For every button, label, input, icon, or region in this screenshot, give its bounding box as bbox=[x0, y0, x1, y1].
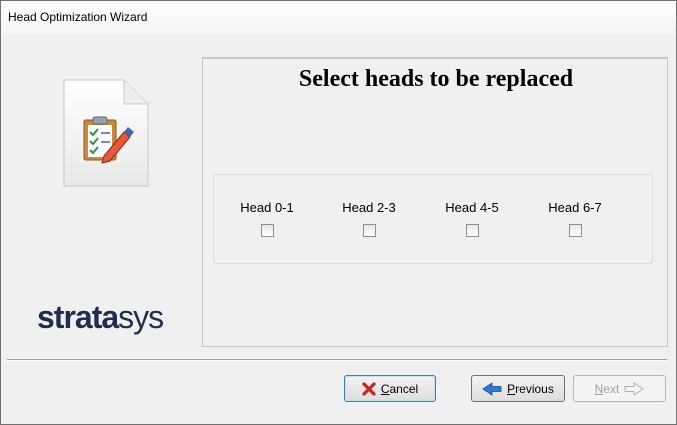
logo-bold: strata bbox=[37, 299, 119, 335]
blue-left-arrow-icon bbox=[482, 381, 502, 396]
next-button[interactable]: Next bbox=[573, 375, 666, 402]
clipboard-edit-document-icon bbox=[63, 79, 149, 187]
stratasys-logo: stratasys bbox=[37, 299, 164, 336]
cancel-button[interactable]: Cancel bbox=[344, 375, 436, 402]
next-button-label: Next bbox=[594, 381, 620, 396]
right-arrow-outline-icon bbox=[624, 381, 645, 396]
head-4-5-option[interactable]: Head 4-5 bbox=[437, 200, 507, 240]
head-2-3-option[interactable]: Head 2-3 bbox=[334, 200, 404, 240]
head-0-1-checkbox[interactable] bbox=[260, 224, 274, 237]
head-6-7-option[interactable]: Head 6-7 bbox=[540, 200, 610, 240]
head-0-1-label: Head 0-1 bbox=[240, 200, 294, 215]
window-title: Head Optimization Wizard bbox=[8, 10, 148, 24]
logo-light: sys bbox=[118, 299, 164, 335]
head-2-3-label: Head 2-3 bbox=[342, 200, 396, 215]
footer-separator bbox=[7, 359, 667, 360]
red-x-icon bbox=[362, 381, 376, 396]
previous-button-label: Previous bbox=[507, 381, 554, 396]
previous-button[interactable]: Previous bbox=[471, 375, 565, 402]
head-selection-group: Head 0-1 Head 2-3 Head 4-5 Head 6-7 bbox=[213, 174, 653, 264]
cancel-button-label: Cancel bbox=[380, 381, 419, 396]
wizard-content-panel: Select heads to be replaced Head 0-1 Hea… bbox=[202, 57, 668, 347]
head-6-7-checkbox[interactable] bbox=[568, 224, 582, 237]
head-4-5-label: Head 4-5 bbox=[445, 200, 499, 215]
head-0-1-option[interactable]: Head 0-1 bbox=[232, 200, 302, 240]
head-4-5-checkbox[interactable] bbox=[465, 224, 479, 237]
page-title: Select heads to be replaced bbox=[298, 66, 574, 92]
head-6-7-label: Head 6-7 bbox=[548, 200, 602, 215]
head-2-3-checkbox[interactable] bbox=[362, 224, 376, 237]
title-bar[interactable]: Head Optimization Wizard bbox=[1, 1, 676, 35]
left-panel: stratasys bbox=[2, 36, 202, 348]
wizard-window: Head Optimization Wizard stratasys Selec… bbox=[0, 0, 677, 425]
